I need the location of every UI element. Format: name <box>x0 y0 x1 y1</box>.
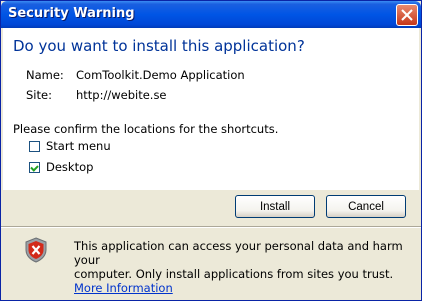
warning-line-1: This application can access your persona… <box>74 239 403 267</box>
name-label: Name: <box>26 68 64 82</box>
site-value: http://webite.se <box>76 88 167 102</box>
warning-line-2: computer. Only install applications from… <box>74 267 394 281</box>
close-icon <box>401 9 413 21</box>
start-menu-checkbox-label[interactable]: Start menu <box>46 139 111 153</box>
shortcut-confirm-text: Please confirm the locations for the sho… <box>13 122 279 136</box>
cancel-button[interactable]: Cancel <box>326 195 406 218</box>
desktop-checkbox-label[interactable]: Desktop <box>46 160 93 174</box>
shield-warning-icon <box>25 237 47 263</box>
start-menu-checkbox[interactable] <box>29 141 40 152</box>
security-warning-text: This application can access your persona… <box>74 239 414 295</box>
more-information-link[interactable]: More Information <box>74 281 414 295</box>
desktop-checkbox[interactable] <box>29 162 40 173</box>
dialog-content: Do you want to install this application?… <box>3 28 419 190</box>
install-button[interactable]: Install <box>235 195 315 218</box>
close-button[interactable] <box>396 4 418 26</box>
separator <box>1 226 421 228</box>
site-label: Site: <box>26 88 52 102</box>
title-bar[interactable]: Security Warning <box>1 1 421 28</box>
security-warning-dialog: Security Warning Do you want to install … <box>0 0 422 301</box>
dialog-heading: Do you want to install this application? <box>13 37 305 55</box>
name-value: ComToolkit.Demo Application <box>76 68 245 82</box>
window-title: Security Warning <box>8 6 135 21</box>
